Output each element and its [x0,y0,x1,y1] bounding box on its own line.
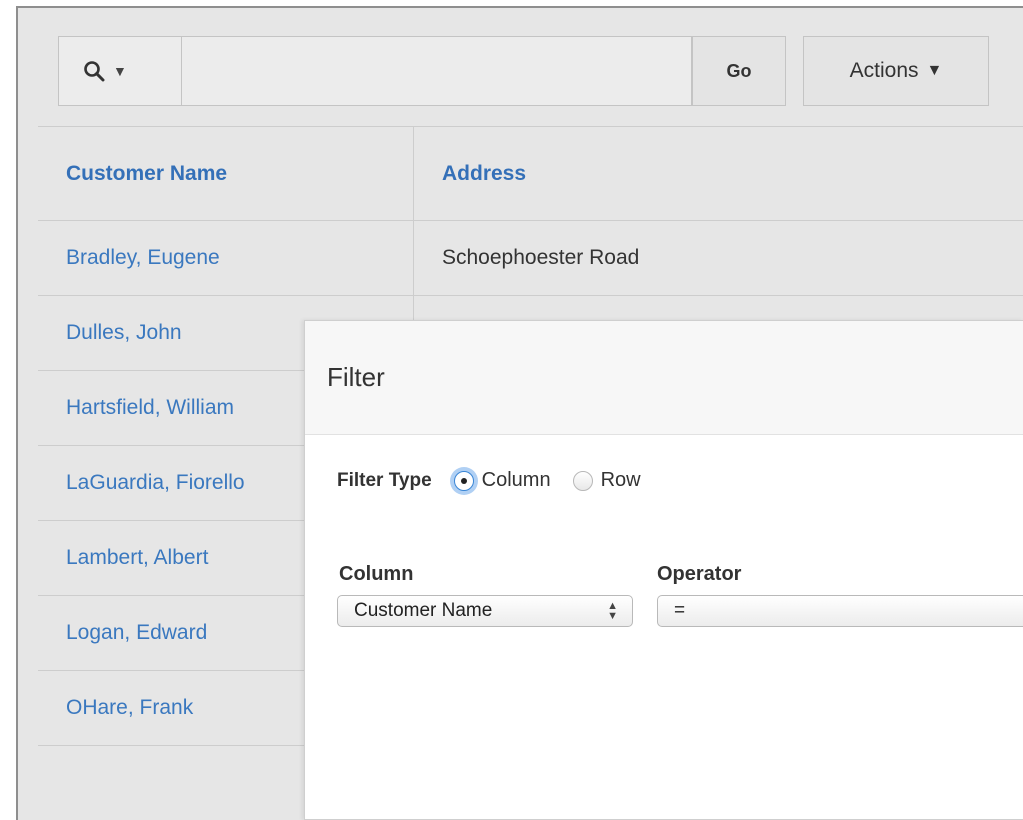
radio-row-label[interactable]: Row [601,469,641,492]
caret-down-icon: ▼ [926,62,943,79]
search-column-menu[interactable]: ▼ [58,36,182,106]
table-row: Bradley, Eugene Schoephoester Road [38,221,1023,296]
radio-row[interactable] [572,470,593,491]
column-header-customer-name[interactable]: Customer Name [38,127,414,220]
table-header-row: Customer Name Address [38,126,1023,221]
go-button[interactable]: Go [692,36,786,106]
column-header-address[interactable]: Address [414,127,1023,220]
actions-label: Actions [849,59,919,82]
select-arrows-icon: ▲ ▼ [607,600,618,622]
actions-button[interactable]: Actions ▼ [803,36,989,106]
search-icon [83,60,105,82]
report-toolbar: ▼ Go Actions ▼ [18,8,1023,126]
filter-type-label: Filter Type [337,469,432,491]
filter-type-group: Filter Type Column Row [337,469,641,492]
column-select[interactable]: Customer Name ▲ ▼ [337,595,633,627]
radio-column[interactable] [453,470,474,491]
column-select-value: Customer Name [354,600,493,621]
column-label: Column [339,563,414,585]
dialog-title: Filter [305,321,1023,435]
filter-dialog: Filter Filter Type Column Row Column Ope… [304,320,1023,820]
operator-select[interactable]: = [657,595,1023,627]
address-cell: Schoephoester Road [442,246,640,269]
caret-down-icon: ▼ [113,63,127,79]
radio-column-label[interactable]: Column [482,469,551,492]
operator-label: Operator [657,563,742,585]
customer-name-link[interactable]: Bradley, Eugene [38,221,414,295]
operator-select-value: = [674,600,686,621]
search-input[interactable] [182,36,692,106]
